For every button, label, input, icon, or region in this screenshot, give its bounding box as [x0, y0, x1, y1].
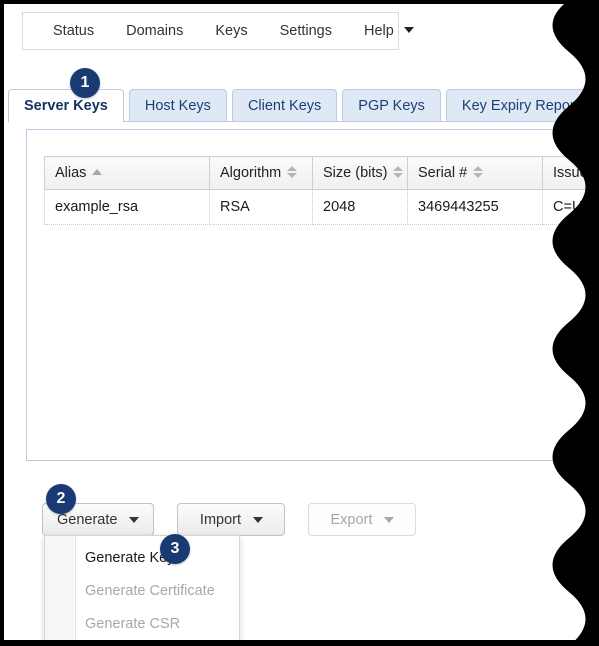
frame-border-top: [0, 0, 599, 4]
menu-item-domains-label: Domains: [126, 23, 184, 39]
action-button-row: Generate Import Export: [42, 503, 417, 536]
chevron-down-icon: [253, 516, 264, 523]
sort-unsorted-icon: [393, 166, 404, 179]
menu-item-generate-csr: Generate CSR: [45, 607, 239, 640]
server-keys-panel: Alias Algorithm Size (bits) Serial # Iss…: [26, 129, 599, 461]
column-header-serial[interactable]: Serial #: [407, 156, 543, 190]
chevron-down-icon: [129, 516, 140, 523]
cell-alias: example_rsa: [44, 189, 210, 225]
menu-item-settings[interactable]: Settings: [264, 13, 348, 49]
sort-ascending-icon: [92, 169, 103, 176]
column-header-alias-label: Alias: [55, 165, 87, 181]
menu-item-status[interactable]: Status: [37, 13, 110, 49]
tab-server-keys-label: Server Keys: [24, 98, 108, 114]
menu-item-settings-label: Settings: [279, 23, 332, 39]
frame-border-left: [0, 0, 4, 646]
tab-client-keys[interactable]: Client Keys: [231, 89, 338, 121]
tab-strip: Server Keys Host Keys Client Keys PGP Ke…: [8, 89, 599, 122]
menu-item-generate-certificate-label: Generate Certificate: [85, 582, 215, 599]
cell-algorithm: RSA: [209, 189, 313, 225]
callout-badge-3-number: 3: [170, 540, 180, 557]
column-header-issuer[interactable]: Issuer: [542, 156, 599, 190]
callout-badge-3: 3: [160, 534, 190, 564]
keys-table-container: Alias Algorithm Size (bits) Serial # Iss…: [44, 156, 599, 225]
page-canvas: Status Domains Keys Settings Help Server…: [4, 4, 599, 646]
menu-item-generate-csr-label: Generate CSR: [85, 615, 181, 632]
export-button-label: Export: [330, 511, 373, 528]
keys-table-head: Alias Algorithm Size (bits) Serial # Iss…: [44, 156, 599, 190]
tab-client-keys-label: Client Keys: [247, 97, 322, 114]
column-header-algorithm-label: Algorithm: [220, 165, 282, 181]
callout-badge-2: 2: [46, 484, 76, 514]
tab-host-keys[interactable]: Host Keys: [128, 89, 227, 121]
menu-item-keys-label: Keys: [215, 23, 248, 39]
column-header-algorithm[interactable]: Algorithm: [209, 156, 313, 190]
column-header-issuer-label: Issuer: [553, 165, 593, 181]
cell-size: 2048: [312, 189, 408, 225]
generate-dropdown-menu: Generate Key Generate Certificate Genera…: [44, 535, 240, 646]
import-button[interactable]: Import: [177, 503, 286, 536]
cell-serial: 3469443255: [407, 189, 543, 225]
tab-pgp-keys[interactable]: PGP Keys: [342, 89, 441, 121]
tab-key-expiry-report[interactable]: Key Expiry Report: [445, 89, 595, 121]
screenshot-root: Status Domains Keys Settings Help Server…: [0, 0, 599, 646]
sort-unsorted-icon: [287, 166, 298, 179]
sort-unsorted-icon: [473, 166, 484, 179]
callout-badge-1-number: 1: [80, 74, 90, 91]
export-button: Export: [308, 503, 417, 536]
menu-item-generate-key[interactable]: Generate Key: [45, 541, 239, 574]
chevron-down-icon: [403, 27, 414, 34]
keys-table: Alias Algorithm Size (bits) Serial # Iss…: [44, 156, 599, 225]
menu-item-keys[interactable]: Keys: [199, 13, 263, 49]
tab-host-keys-label: Host Keys: [144, 97, 211, 114]
tab-server-keys[interactable]: Server Keys: [8, 89, 124, 122]
column-header-serial-label: Serial #: [418, 165, 468, 181]
keys-table-body: example_rsa RSA 2048 3469443255 C=USA: [44, 189, 599, 225]
generate-button-label: Generate: [57, 511, 118, 528]
keys-table-header-row: Alias Algorithm Size (bits) Serial # Iss…: [44, 156, 599, 190]
table-row[interactable]: example_rsa RSA 2048 3469443255 C=USA: [44, 189, 599, 225]
frame-border-bottom: [0, 640, 599, 646]
column-header-size-label: Size (bits): [323, 165, 388, 181]
callout-badge-2-number: 2: [56, 490, 66, 507]
chevron-down-icon: [384, 516, 395, 523]
menu-item-status-label: Status: [53, 23, 95, 39]
main-menu-bar: Status Domains Keys Settings Help: [22, 12, 414, 50]
menu-item-help[interactable]: Help: [348, 13, 430, 49]
callout-badge-1: 1: [70, 68, 100, 98]
column-header-alias[interactable]: Alias: [44, 156, 210, 190]
menu-item-generate-certificate: Generate Certificate: [45, 574, 239, 607]
cell-issuer: C=USA: [542, 189, 599, 225]
tab-pgp-keys-label: PGP Keys: [358, 97, 425, 114]
menu-item-help-label: Help: [363, 23, 394, 39]
tab-key-expiry-report-label: Key Expiry Report: [461, 97, 579, 114]
menu-item-domains[interactable]: Domains: [110, 13, 199, 49]
import-button-label: Import: [199, 511, 242, 528]
column-header-size[interactable]: Size (bits): [312, 156, 408, 190]
